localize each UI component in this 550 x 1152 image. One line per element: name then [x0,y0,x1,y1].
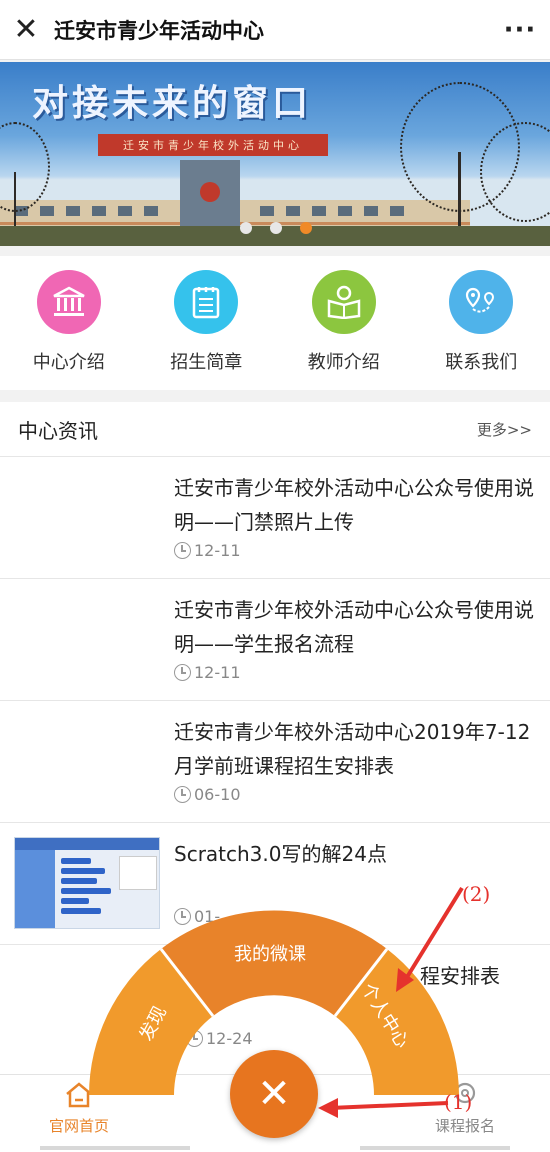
news-item[interactable]: 迁安市青少年校外活动中心2019年7-12月学前班课程招生安排表 06-10 [0,700,550,822]
radial-label-my-microcourse: 我的微课 [234,944,306,965]
news-item-date: 12-11 [174,663,241,682]
nav-label: 招生简章 [170,352,243,373]
close-icon[interactable]: ✕ [0,0,52,60]
news-section-title: 中心资讯 [18,418,98,443]
news-date-text: 12-11 [194,663,241,682]
carousel-dot-3[interactable] [300,222,312,234]
banner-carousel[interactable]: 迁安市青少年校外活动中心 对接未来的窗口 [0,62,550,246]
carousel-dot-1[interactable] [240,222,252,234]
nav-label: 中心介绍 [32,352,105,373]
more-options-icon[interactable]: ··· [490,15,550,45]
clock-icon [174,786,191,803]
tab-indicator [360,1146,510,1150]
clock-icon [174,664,191,681]
document-icon [174,270,239,334]
page: ✕ 迁安市青少年活动中心 ··· 迁安市青少年校外活动中心 对接未来的窗口 中心… [0,0,550,1152]
page-title: 迁安市青少年活动中心 [54,18,264,43]
news-item-date: 12-11 [174,541,241,560]
news-more-link[interactable]: 更多>> [477,419,532,440]
news-header: 中心资讯 更多>> [0,402,550,456]
tab-indicator [40,1146,190,1150]
map-pin-icon [449,270,514,334]
radial-menu-close-button[interactable]: ✕ [230,1050,318,1138]
news-item-title: 迁安市青少年校外活动中心公众号使用说明——学生报名流程 [174,598,534,656]
building-entrance [180,160,240,226]
nav-label: 联系我们 [445,352,518,373]
news-item[interactable]: 迁安市青少年校外活动中心公众号使用说明——学生报名流程 12-11 [0,578,550,700]
clock-icon [174,542,191,559]
tab-home-label: 官网首页 [48,1117,109,1135]
news-item-title: 程安排表 [420,964,500,988]
news-item-title: 迁安市青少年校外活动中心公众号使用说明——门禁照片上传 [174,476,534,534]
news-item-title: 迁安市青少年校外活动中心2019年7-12月学前班课程招生安排表 [174,720,531,778]
news-date-text: 06-10 [194,785,241,804]
close-icon: ✕ [257,1071,291,1117]
building-icon [36,270,101,334]
banner-slogan: 对接未来的窗口 [32,82,313,124]
carousel-dot-2[interactable] [270,222,282,234]
news-item[interactable]: 迁安市青少年校外活动中心公众号使用说明——门禁照片上传 12-11 [0,456,550,578]
clock-icon [174,908,191,925]
nav-teacher-intro[interactable]: 教师介绍 [289,270,399,374]
nav-enrollment-guide[interactable]: 招生简章 [151,270,261,374]
tree-left [0,122,50,212]
news-date-text: 12-11 [194,541,241,560]
quick-nav: 中心介绍 招生简章 教师介绍 联系我们 [0,256,550,390]
news-item-date: 06-10 [174,785,241,804]
tab-course-label: 课程报名 [434,1117,495,1135]
nav-contact-us[interactable]: 联系我们 [426,270,536,374]
news-date-text: 12-24 [206,1029,253,1048]
annotation-label-2: (2) [462,882,491,906]
nav-label: 教师介绍 [307,352,380,373]
carousel-dots [240,222,312,234]
nav-center-intro[interactable]: 中心介绍 [14,270,124,374]
news-thumbnail [14,837,160,929]
reader-icon [311,270,376,334]
title-bar: ✕ 迁安市青少年活动中心 ··· [0,0,550,60]
annotation-label-1: (1) [444,1090,473,1114]
news-item-title: Scratch3.0写的解24点 [174,842,387,866]
building-sign: 迁安市青少年校外活动中心 [98,134,328,156]
